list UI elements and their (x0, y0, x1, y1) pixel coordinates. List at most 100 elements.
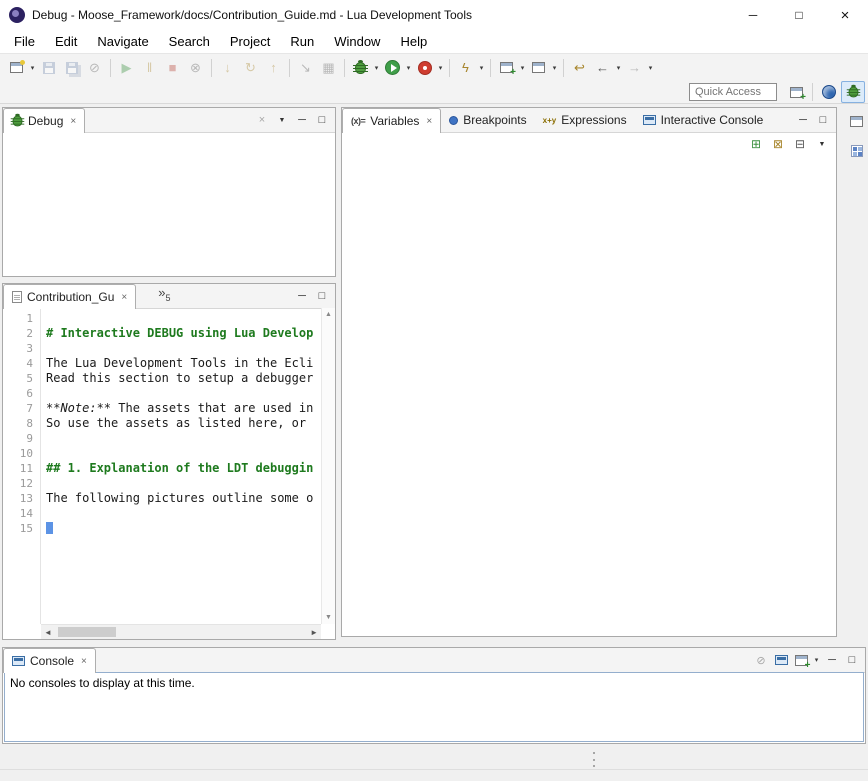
step-into-button[interactable]: ↓ (216, 57, 239, 79)
editor-line[interactable]: # Interactive DEBUG using Lua Develop (42, 326, 321, 341)
editor-line[interactable] (42, 476, 321, 491)
variables-view-content[interactable] (342, 155, 836, 635)
console-tab-close-icon[interactable]: × (81, 656, 87, 667)
tab-console[interactable]: Console × (3, 648, 96, 673)
console-maximize-button[interactable]: □ (843, 651, 861, 669)
drop-to-frame-button[interactable]: ↘ (294, 57, 317, 79)
menu-run[interactable]: Run (280, 32, 324, 52)
editor-line[interactable] (42, 341, 321, 356)
save-button[interactable] (37, 57, 60, 79)
menu-edit[interactable]: Edit (45, 32, 87, 52)
open-resource-button[interactable] (527, 57, 550, 79)
resume-button[interactable]: ▶ (115, 57, 138, 79)
perspective-lua-button[interactable] (817, 81, 841, 103)
show-type-names-icon[interactable]: ⊠ (769, 135, 787, 153)
new-lua-file-dropdown[interactable]: ▾ (518, 57, 527, 79)
scroll-up-icon[interactable]: ▲ (325, 311, 332, 318)
profile-dropdown[interactable]: ▾ (436, 57, 445, 79)
forward-dropdown[interactable]: ▾ (646, 57, 655, 79)
editor-minimize-button[interactable]: ─ (293, 287, 311, 305)
run-dropdown[interactable]: ▾ (404, 57, 413, 79)
menu-file[interactable]: File (4, 32, 45, 52)
debug-dropdown[interactable]: ▾ (372, 57, 381, 79)
use-step-filters-button[interactable]: ▦ (317, 57, 340, 79)
editor-text-area[interactable]: # Interactive DEBUG using Lua Develop Th… (42, 308, 321, 624)
open-console-dropdown[interactable]: ▾ (812, 649, 821, 671)
console-content[interactable]: No consoles to display at this time. (4, 672, 864, 742)
open-resource-dropdown[interactable]: ▾ (550, 57, 559, 79)
editor-line[interactable]: So use the assets as listed here, or (42, 416, 321, 431)
remove-all-terminated-button[interactable]: × (253, 111, 271, 129)
scroll-down-icon[interactable]: ▼ (325, 614, 332, 621)
editor-tab-close-icon[interactable]: × (121, 292, 127, 303)
save-all-button[interactable] (60, 57, 83, 79)
profile-button[interactable] (413, 57, 436, 79)
line-number-ruler[interactable]: 1 2 3 4 5 6 7 8 9 10 11 12 13 14 15 (3, 308, 41, 624)
tab-interactive-console[interactable]: Interactive Console (635, 108, 772, 132)
tab-variables[interactable]: (x)= Variables × (342, 108, 441, 133)
last-edit-location-button[interactable]: ↩ (568, 57, 591, 79)
menu-help[interactable]: Help (390, 32, 437, 52)
back-dropdown[interactable]: ▾ (614, 57, 623, 79)
debug-view-content[interactable] (3, 133, 335, 277)
quick-access-input[interactable]: Quick Access (689, 83, 777, 101)
terminate-button[interactable]: ■ (161, 57, 184, 79)
menu-project[interactable]: Project (220, 32, 280, 52)
debug-view-minimize-button[interactable]: ─ (293, 111, 311, 129)
back-button[interactable]: ← (591, 57, 614, 79)
scroll-right-icon[interactable]: ► (310, 628, 318, 637)
external-tools-dropdown[interactable]: ▾ (477, 57, 486, 79)
editor-maximize-button[interactable]: □ (313, 287, 331, 305)
variables-tab-close-icon[interactable]: × (426, 116, 432, 127)
editor-horizontal-scrollbar[interactable]: ◄ ► (41, 624, 321, 639)
editor-vertical-scrollbar[interactable]: ▲ ▼ (321, 308, 335, 624)
step-return-button[interactable]: ↑ (262, 57, 285, 79)
menu-navigate[interactable]: Navigate (87, 32, 158, 52)
display-selected-console-button[interactable] (772, 651, 790, 669)
new-wizard-button[interactable] (5, 57, 28, 79)
new-wizard-dropdown[interactable]: ▾ (28, 57, 37, 79)
debug-tab-close-icon[interactable]: × (70, 116, 76, 127)
variables-view-minimize-button[interactable]: ─ (794, 111, 812, 129)
editor-line[interactable] (42, 386, 321, 401)
editor-line-with-caret[interactable] (42, 521, 321, 536)
suspend-button[interactable]: ‖ (138, 57, 161, 79)
editor-line[interactable]: Read this section to setup a debugger (42, 371, 321, 386)
perspective-debug-button[interactable] (841, 81, 865, 103)
run-button[interactable] (381, 57, 404, 79)
outline-view-button[interactable] (848, 142, 866, 160)
new-lua-file-button[interactable] (495, 57, 518, 79)
show-logical-structure-icon[interactable]: ⊞ (747, 135, 765, 153)
debug-view-maximize-button[interactable]: □ (313, 111, 331, 129)
forward-button[interactable]: → (623, 57, 646, 79)
window-minimize-button[interactable]: ─ (730, 0, 776, 30)
editor-line[interactable]: The following pictures outline some o (42, 491, 321, 506)
editor-line[interactable] (42, 506, 321, 521)
open-perspective-button[interactable] (785, 81, 808, 103)
scroll-left-icon[interactable]: ◄ (44, 628, 52, 637)
editor-line[interactable] (42, 446, 321, 461)
clear-console-icon[interactable]: ⊘ (752, 651, 770, 669)
editor-line[interactable] (42, 431, 321, 446)
scrollbar-thumb[interactable] (58, 627, 116, 637)
menu-window[interactable]: Window (324, 32, 390, 52)
menu-search[interactable]: Search (159, 32, 220, 52)
tab-debug[interactable]: Debug × (3, 108, 85, 133)
window-maximize-button[interactable]: □ (776, 0, 822, 30)
editor-line[interactable]: **Note:** The assets that are used in (42, 401, 321, 416)
skip-all-breakpoints-button[interactable]: ⊘ (83, 57, 106, 79)
editor-line[interactable]: The Lua Development Tools in the Ecli (42, 356, 321, 371)
step-over-button[interactable]: ↻ (239, 57, 262, 79)
status-bar-drag-handle[interactable] (592, 752, 596, 767)
tab-expressions[interactable]: x+y Expressions (535, 108, 635, 132)
disconnect-button[interactable]: ⊗ (184, 57, 207, 79)
titlebar[interactable]: Debug - Moose_Framework/docs/Contributio… (0, 0, 868, 30)
restore-view-button[interactable] (848, 112, 866, 130)
tab-contribution-guide[interactable]: Contribution_Gu × (3, 284, 136, 309)
editor-line[interactable] (42, 311, 321, 326)
external-tools-button[interactable]: ϟ (454, 57, 477, 79)
editor-line[interactable]: ## 1. Explanation of the LDT debuggin (42, 461, 321, 476)
collapse-all-icon[interactable]: ⊟ (791, 135, 809, 153)
debug-button[interactable] (349, 57, 372, 79)
variables-view-maximize-button[interactable]: □ (814, 111, 832, 129)
